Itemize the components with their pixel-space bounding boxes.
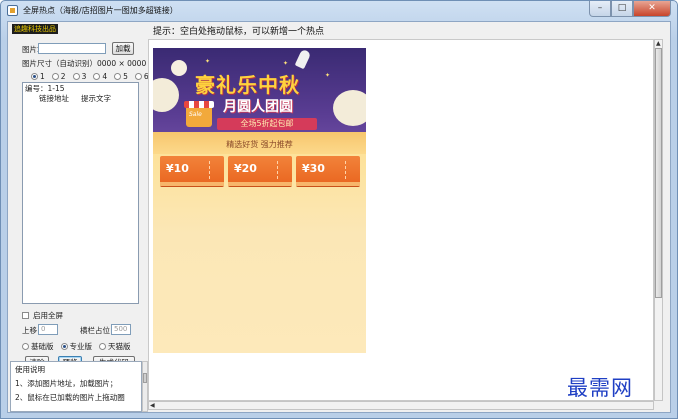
slot-radio-3-label: 3 [81,72,87,81]
slot-radio-2[interactable] [51,73,59,80]
coupon-value: ¥10 [166,162,189,175]
shop-awning [184,101,214,108]
scroll-left-arrow-icon[interactable]: ◀ [150,402,155,410]
client-area: 追趣科技出品 图片地址 加载 图片尺寸（自动识别）0000 × 0000 1 2… [7,21,671,413]
top-offset-input[interactable]: 0 [38,324,58,335]
coupon-edge [345,161,357,179]
vertical-scroll-thumb[interactable] [655,48,662,298]
slot-radio-3[interactable] [72,73,80,80]
scroll-up-arrow-icon[interactable]: ▲ [656,41,661,47]
hotspot-list[interactable]: 编号：1-15 链接地址 提示文字 [22,82,139,304]
sale-shop-icon: Sale [184,101,214,127]
slot-radio-1[interactable] [31,73,38,80]
bar-placeholder-label: 横栏占位 [80,326,110,335]
fullscreen-checkbox[interactable] [22,312,29,319]
list-column-hint: 提示文字 [81,94,111,103]
list-column-link: 链接地址 [39,94,69,103]
slot-radio-4[interactable] [93,73,101,80]
help-title: 使用说明 [15,365,45,374]
watermark-logo: 最需网 [567,376,633,400]
window-title: 全屏热点（海报/店招图片一图加多超链接） [23,6,178,15]
slot-radio-2-label: 2 [60,72,66,81]
slot-radio-group: 1 2 3 4 5 6 [31,72,154,81]
star-icon: ✦ [283,60,289,67]
coupon-30[interactable]: ¥30 [296,156,360,186]
recommend-text: 精选好货 强力推荐 [226,140,293,149]
slot-radio-5-label: 5 [123,72,128,81]
cloud-shape-small [171,60,187,76]
maximize-button[interactable]: □ [611,1,633,17]
star-icon: ✦ [205,58,211,65]
image-url-input[interactable] [38,43,106,54]
slot-radio-5[interactable] [114,73,122,80]
canvas-horizontal-scrollbar[interactable]: ◀ [148,401,654,410]
coupon-foot [296,182,360,186]
coupon-foot [228,182,292,186]
sale-tag: Sale [189,111,202,118]
poster-subtitle: 月圆人团圆 [223,99,293,115]
fullscreen-label: 启用全屏 [33,311,63,320]
edition-basic-radio[interactable] [22,343,29,350]
coupon-foot [160,182,224,186]
coupon-20[interactable]: ¥20 [228,156,292,186]
slot-radio-6[interactable] [134,73,142,80]
coupon-value: ¥20 [234,162,257,175]
cloud-shape-right [333,90,366,126]
coupon-edge [277,161,289,179]
edition-basic-label: 基础版 [31,342,54,351]
image-canvas[interactable]: ✦ ✦ ✦ 豪礼乐中秋 月圆人团圆 Sale 全场5折起包邮 精选好货 强力推荐… [148,39,654,401]
app-icon [7,5,18,16]
settings-panel: 追趣科技出品 图片地址 加载 图片尺寸（自动识别）0000 × 0000 1 2… [8,22,149,412]
help-textbox[interactable]: 使用说明 1、添加图片地址，加载图片； 2、鼠标在已加载的图片上拖动圈 [10,361,142,412]
slot-radio-1-label: 1 [40,72,45,81]
help-scroll-thumb[interactable] [143,373,147,383]
bar-placeholder-input[interactable]: 500 [111,324,131,335]
app-window: 全屏热点（海报/店招图片一图加多超链接） – □ ✕ 追趣科技出品 图片地址 加… [0,0,678,419]
load-button[interactable]: 加载 [112,42,134,55]
poster-image[interactable]: ✦ ✦ ✦ 豪礼乐中秋 月圆人团圆 Sale 全场5折起包邮 精选好货 强力推荐… [153,48,366,353]
coupon-edge [209,161,221,179]
help-line-1: 1、添加图片地址，加载图片； [15,379,118,388]
coupon-row: ¥10 ¥20 ¥30 [160,156,360,186]
help-line-2: 2、鼠标在已加载的图片上拖动圈 [15,393,125,402]
window-controls: – □ ✕ [589,1,671,17]
hint-text: 提示：空白处拖动鼠标，可以新增一个热点 [153,27,325,37]
canvas-vertical-scrollbar[interactable]: ▲ [654,39,663,401]
edition-tmall-label: 天猫版 [108,342,131,351]
edition-pro-radio[interactable] [60,343,68,350]
edition-radio-group: 基础版 专业版 天猫版 [22,341,136,352]
star-icon: ✦ [325,72,331,79]
title-bar: 全屏热点（海报/店招图片一图加多超链接） – □ ✕ [1,1,677,21]
coupon-10[interactable]: ¥10 [160,156,224,186]
image-size-label: 图片尺寸（自动识别）0000 × 0000 [22,59,147,68]
discount-ribbon: 全场5折起包邮 [217,118,317,130]
minimize-button[interactable]: – [589,1,611,17]
coupon-value: ¥30 [302,162,325,175]
close-button[interactable]: ✕ [633,1,671,17]
brand-badge: 追趣科技出品 [12,24,58,34]
slot-radio-4-label: 4 [102,72,108,81]
list-header-number: 编号：1-15 [25,84,65,93]
top-offset-label: 上移 [22,326,37,335]
edition-pro-label: 专业版 [69,342,93,351]
edition-tmall-radio[interactable] [99,343,106,350]
poster-title: 豪礼乐中秋 [195,73,300,97]
